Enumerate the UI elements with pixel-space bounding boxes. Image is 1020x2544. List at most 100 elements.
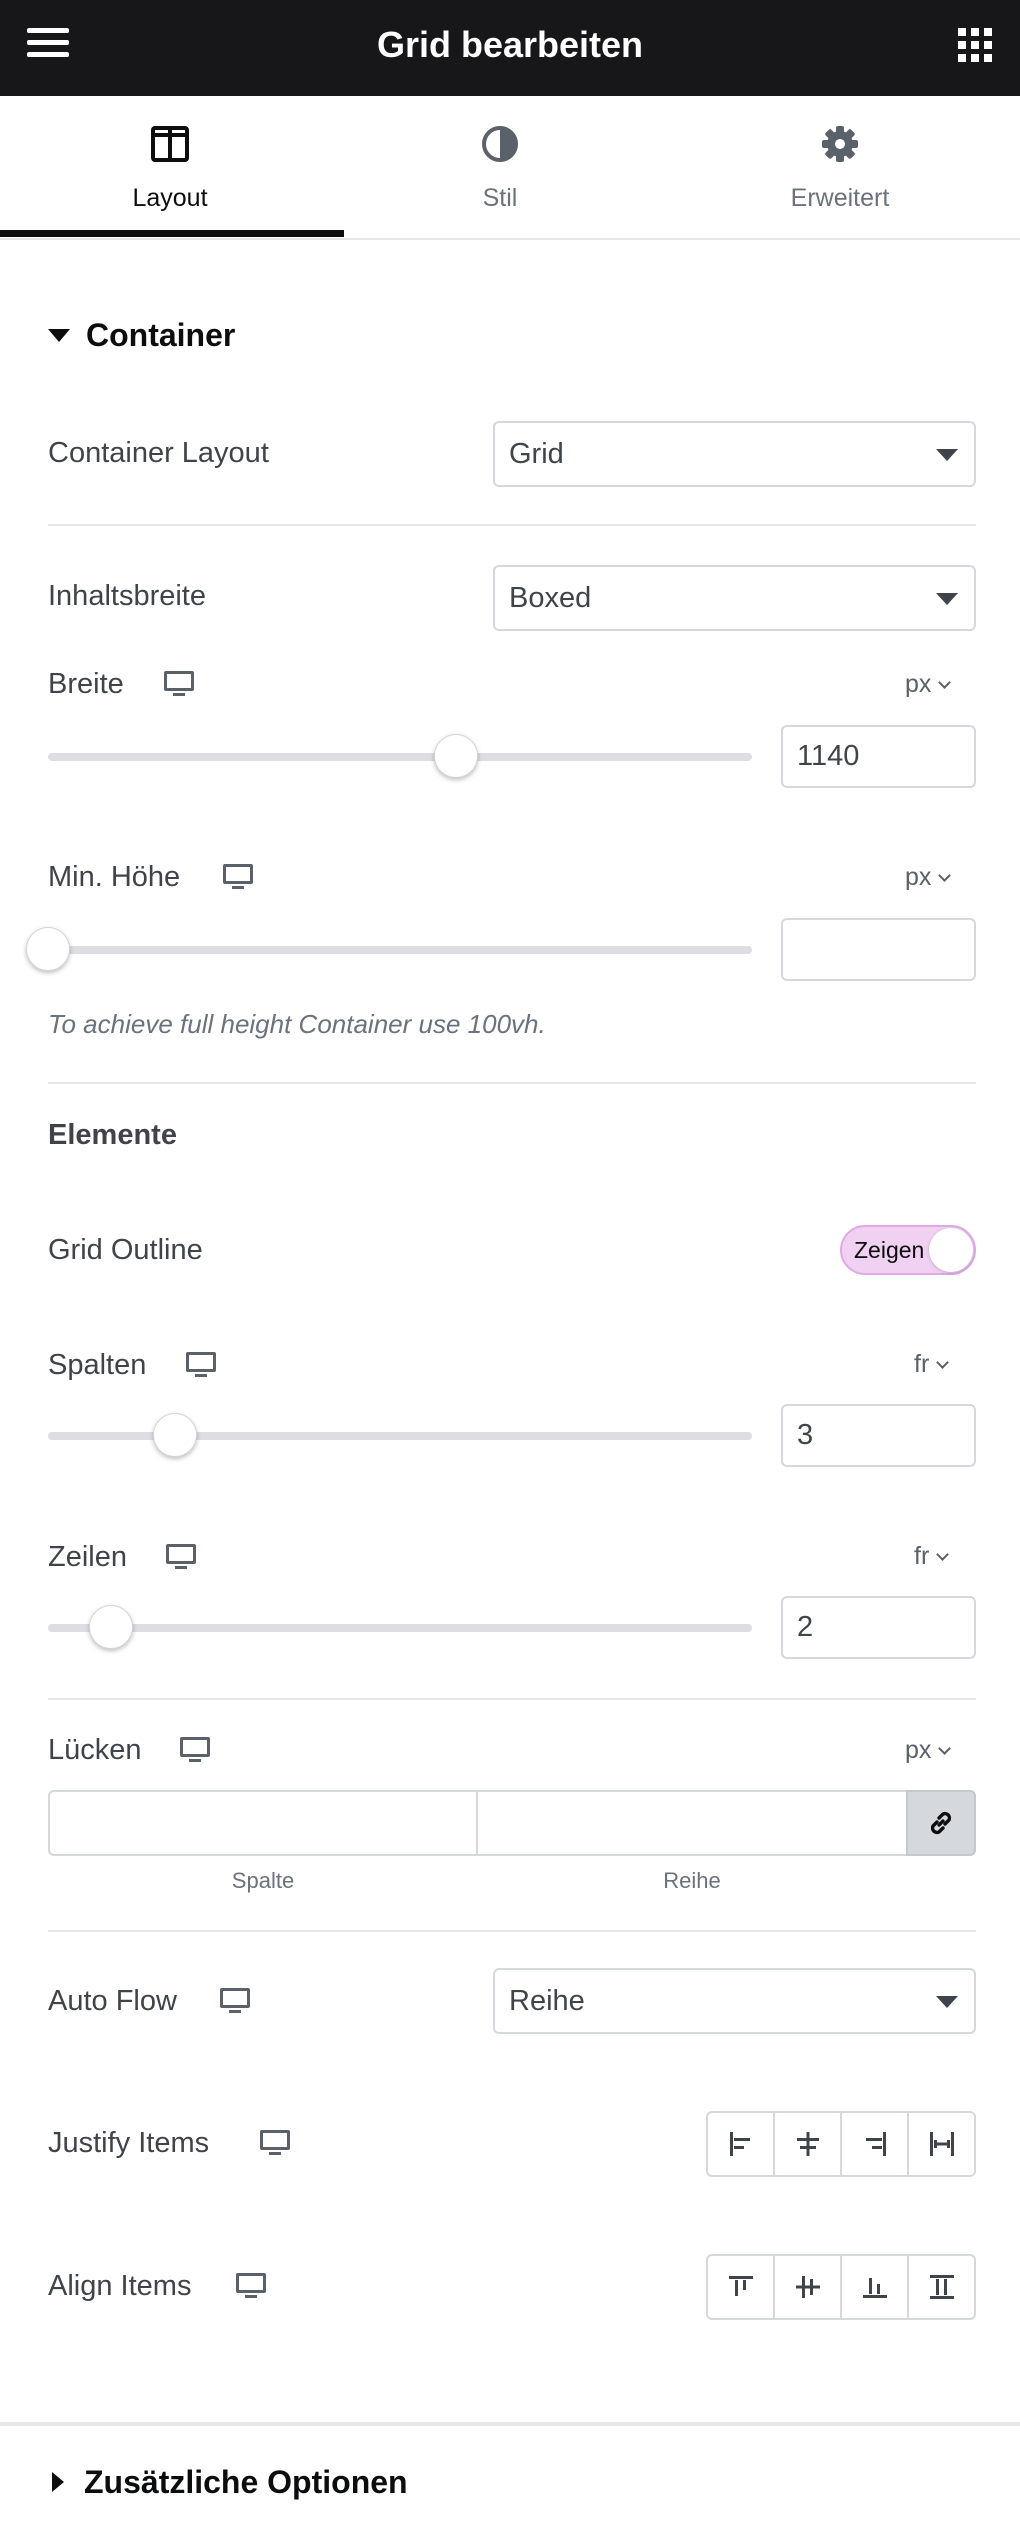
container-layout-label: Container Layout	[48, 437, 269, 469]
gap-column-input[interactable]	[48, 1790, 478, 1856]
width-label: Breite	[48, 668, 124, 700]
slider-handle[interactable]	[434, 734, 479, 778]
desktop-device-icon[interactable]	[223, 864, 253, 890]
tab-style[interactable]: Stil	[330, 96, 670, 240]
gaps-unit: px	[905, 1736, 932, 1764]
elements-heading: Elemente	[48, 1119, 177, 1151]
align-center-button[interactable]	[775, 2256, 842, 2318]
tab-advanced[interactable]: Erweitert	[670, 96, 1010, 240]
desktop-device-icon[interactable]	[186, 1352, 216, 1378]
tab-layout[interactable]: Layout	[0, 96, 340, 240]
slider-handle[interactable]	[152, 1413, 197, 1457]
columns-slider[interactable]	[48, 1413, 752, 1457]
section-container-title: Container	[86, 316, 236, 353]
columns-input[interactable]: 3	[781, 1404, 976, 1467]
divider	[48, 1698, 976, 1700]
active-tab-indicator	[0, 230, 344, 237]
justify-end-icon	[865, 2132, 886, 2156]
section-additional-options-header[interactable]: Zusätzliche Optionen	[52, 2462, 408, 2502]
divider	[48, 1082, 976, 1084]
slider-handle[interactable]	[26, 927, 70, 971]
top-bar: Grid bearbeiten	[0, 0, 1020, 96]
rows-unit-select[interactable]: fr	[914, 1542, 950, 1571]
columns-unit: fr	[914, 1350, 930, 1378]
align-items-buttons	[706, 2254, 976, 2320]
slider-handle[interactable]	[89, 1605, 134, 1649]
caret-down-icon	[48, 328, 70, 342]
gap-column-caption: Spalte	[231, 1868, 295, 1893]
divider	[48, 524, 976, 526]
divider	[48, 1930, 976, 1932]
grid-outline-toggle[interactable]: Zeigen	[840, 1225, 976, 1275]
align-stretch-button[interactable]	[909, 2256, 974, 2318]
gap-row-input[interactable]	[476, 1790, 908, 1856]
toggle-knob	[929, 1228, 973, 1272]
section-additional-options-title: Zusätzliche Optionen	[84, 2463, 408, 2500]
gaps-label: Lücken	[48, 1734, 142, 1766]
desktop-device-icon[interactable]	[180, 1737, 210, 1763]
half-circle-contrast-icon	[482, 126, 518, 162]
rows-unit: fr	[914, 1542, 930, 1570]
link-values-button[interactable]	[906, 1790, 976, 1856]
apps-grid-icon[interactable]	[958, 28, 992, 62]
columns-label: Spalten	[48, 1349, 147, 1381]
align-start-button[interactable]	[708, 2256, 775, 2318]
chevron-down-icon	[936, 1548, 950, 1561]
container-layout-select[interactable]: Grid	[493, 421, 976, 487]
width-input[interactable]: 1140	[781, 725, 976, 788]
slider-track	[48, 753, 752, 761]
justify-stretch-icon	[929, 2132, 954, 2156]
align-stretch-icon	[929, 2275, 954, 2299]
section-container-header[interactable]: Container	[48, 315, 235, 355]
rows-label: Zeilen	[48, 1541, 127, 1573]
min-height-input[interactable]	[781, 918, 976, 981]
gap-row-caption: Reihe	[663, 1868, 721, 1893]
min-height-slider[interactable]	[26, 927, 752, 971]
tab-style-label: Stil	[482, 184, 518, 212]
desktop-device-icon[interactable]	[236, 2273, 266, 2299]
rows-input[interactable]: 2	[781, 1596, 976, 1659]
gaps-unit-select[interactable]: px	[905, 1736, 952, 1765]
desktop-device-icon[interactable]	[260, 2130, 290, 2156]
min-height-hint: To achieve full height Container use 100…	[48, 1009, 546, 1039]
justify-start-icon	[729, 2132, 750, 2156]
align-end-icon	[862, 2278, 887, 2298]
dropdown-arrow-icon	[936, 593, 958, 605]
desktop-device-icon[interactable]	[220, 1988, 250, 2014]
tab-layout-label: Layout	[132, 184, 208, 212]
auto-flow-select[interactable]: Reihe	[493, 1968, 976, 2034]
width-unit-select[interactable]: px	[905, 670, 952, 699]
rows-slider[interactable]	[48, 1605, 752, 1649]
justify-stretch-button[interactable]	[909, 2113, 974, 2175]
columns-unit-select[interactable]: fr	[914, 1350, 950, 1379]
section-divider	[0, 2422, 1020, 2426]
min-height-unit: px	[905, 863, 932, 891]
content-width-label: Inhaltsbreite	[48, 580, 206, 612]
caret-right-icon	[52, 2472, 64, 2492]
align-items-label: Align Items	[48, 2270, 192, 2302]
justify-start-button[interactable]	[708, 2113, 775, 2175]
gear-icon	[822, 126, 858, 162]
justify-end-button[interactable]	[842, 2113, 909, 2175]
desktop-device-icon[interactable]	[164, 671, 194, 697]
width-unit: px	[905, 670, 932, 698]
align-end-button[interactable]	[842, 2256, 909, 2318]
width-slider[interactable]	[48, 734, 752, 778]
chevron-down-icon	[938, 676, 952, 689]
slider-track	[48, 946, 752, 954]
grid-outline-label: Grid Outline	[48, 1234, 203, 1266]
align-center-icon	[795, 2276, 820, 2298]
align-start-icon	[728, 2276, 753, 2296]
grid-outline-toggle-text: Zeigen	[854, 1237, 925, 1263]
dropdown-arrow-icon	[936, 449, 958, 461]
tab-advanced-label: Erweitert	[790, 184, 890, 212]
chevron-down-icon	[938, 1742, 952, 1755]
desktop-device-icon[interactable]	[166, 1544, 196, 1570]
chevron-down-icon	[936, 1356, 950, 1369]
justify-center-icon	[796, 2132, 819, 2156]
min-height-unit-select[interactable]: px	[905, 863, 952, 892]
auto-flow-value: Reihe	[509, 1985, 585, 2017]
content-width-select[interactable]: Boxed	[493, 565, 976, 631]
content-width-value: Boxed	[509, 582, 592, 614]
justify-center-button[interactable]	[775, 2113, 842, 2175]
